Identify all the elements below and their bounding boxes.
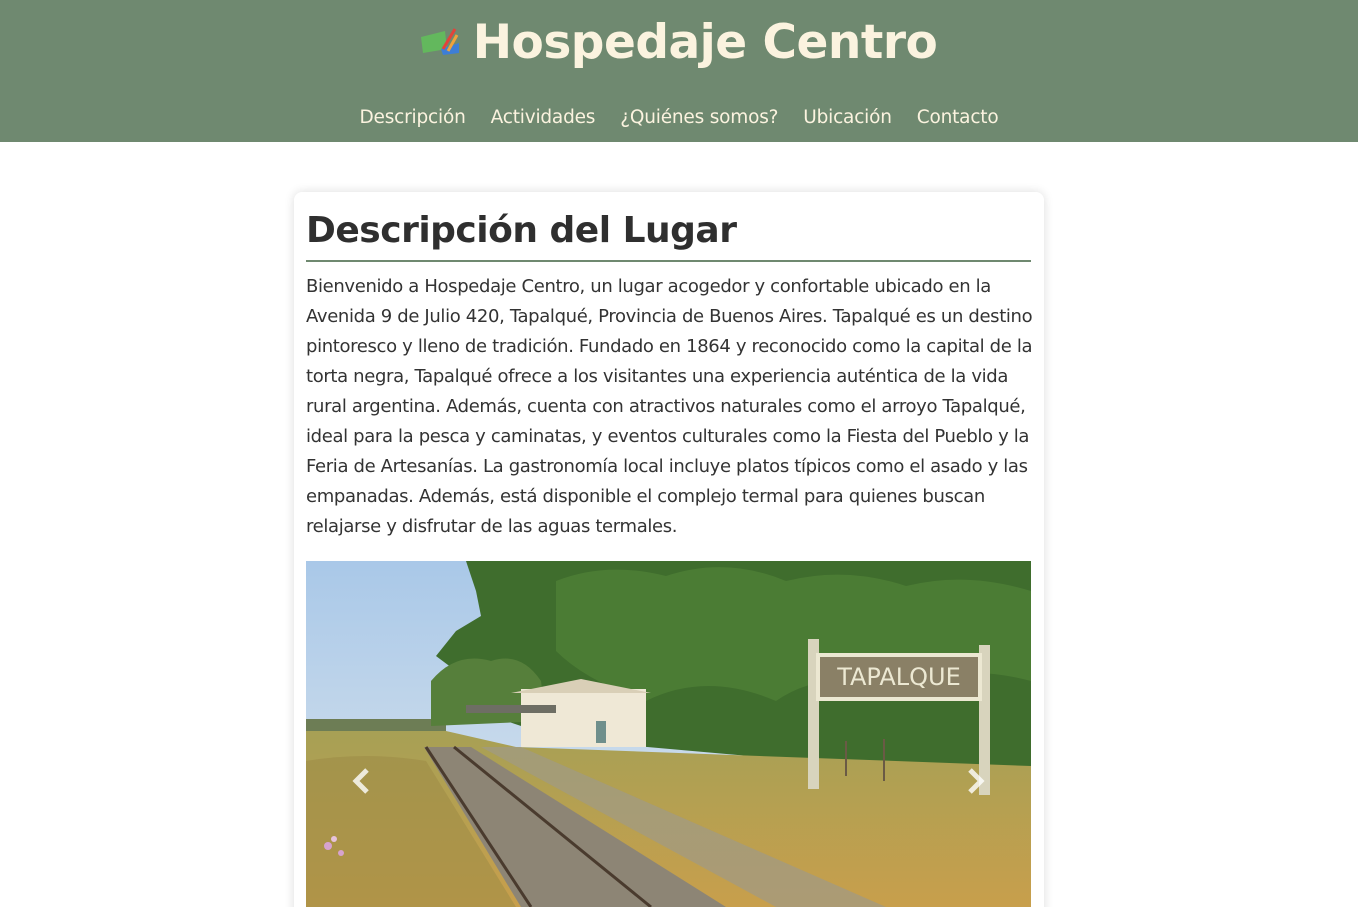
main-nav: Descripción Actividades ¿Quiénes somos? … — [0, 104, 1358, 132]
carousel-prev-button[interactable] — [342, 761, 382, 801]
nav-link-quienes-somos[interactable]: ¿Quiénes somos? — [620, 104, 778, 132]
site-title: Hospedaje Centro — [472, 15, 938, 70]
site-header: Hospedaje Centro Descripción Actividades… — [0, 0, 1358, 142]
carousel-next-button[interactable] — [955, 761, 995, 801]
carousel-slide-image: TAPALQUE — [306, 561, 1031, 907]
image-carousel: TAPALQUE — [306, 561, 1031, 907]
palette-icon — [420, 28, 459, 55]
svg-text:TAPALQUE: TAPALQUE — [836, 663, 961, 691]
chevron-left-icon — [352, 768, 369, 794]
nav-link-ubicacion[interactable]: Ubicación — [803, 104, 892, 132]
chevron-right-icon — [968, 768, 985, 794]
nav-link-contacto[interactable]: Contacto — [917, 104, 999, 132]
description-text: Bienvenido a Hospedaje Centro, un lugar … — [306, 276, 1033, 537]
section-heading: Descripción del Lugar — [306, 206, 1031, 262]
brand[interactable]: Hospedaje Centro — [0, 14, 1358, 72]
nav-link-descripcion[interactable]: Descripción — [360, 104, 466, 132]
nav-link-actividades[interactable]: Actividades — [491, 104, 596, 132]
